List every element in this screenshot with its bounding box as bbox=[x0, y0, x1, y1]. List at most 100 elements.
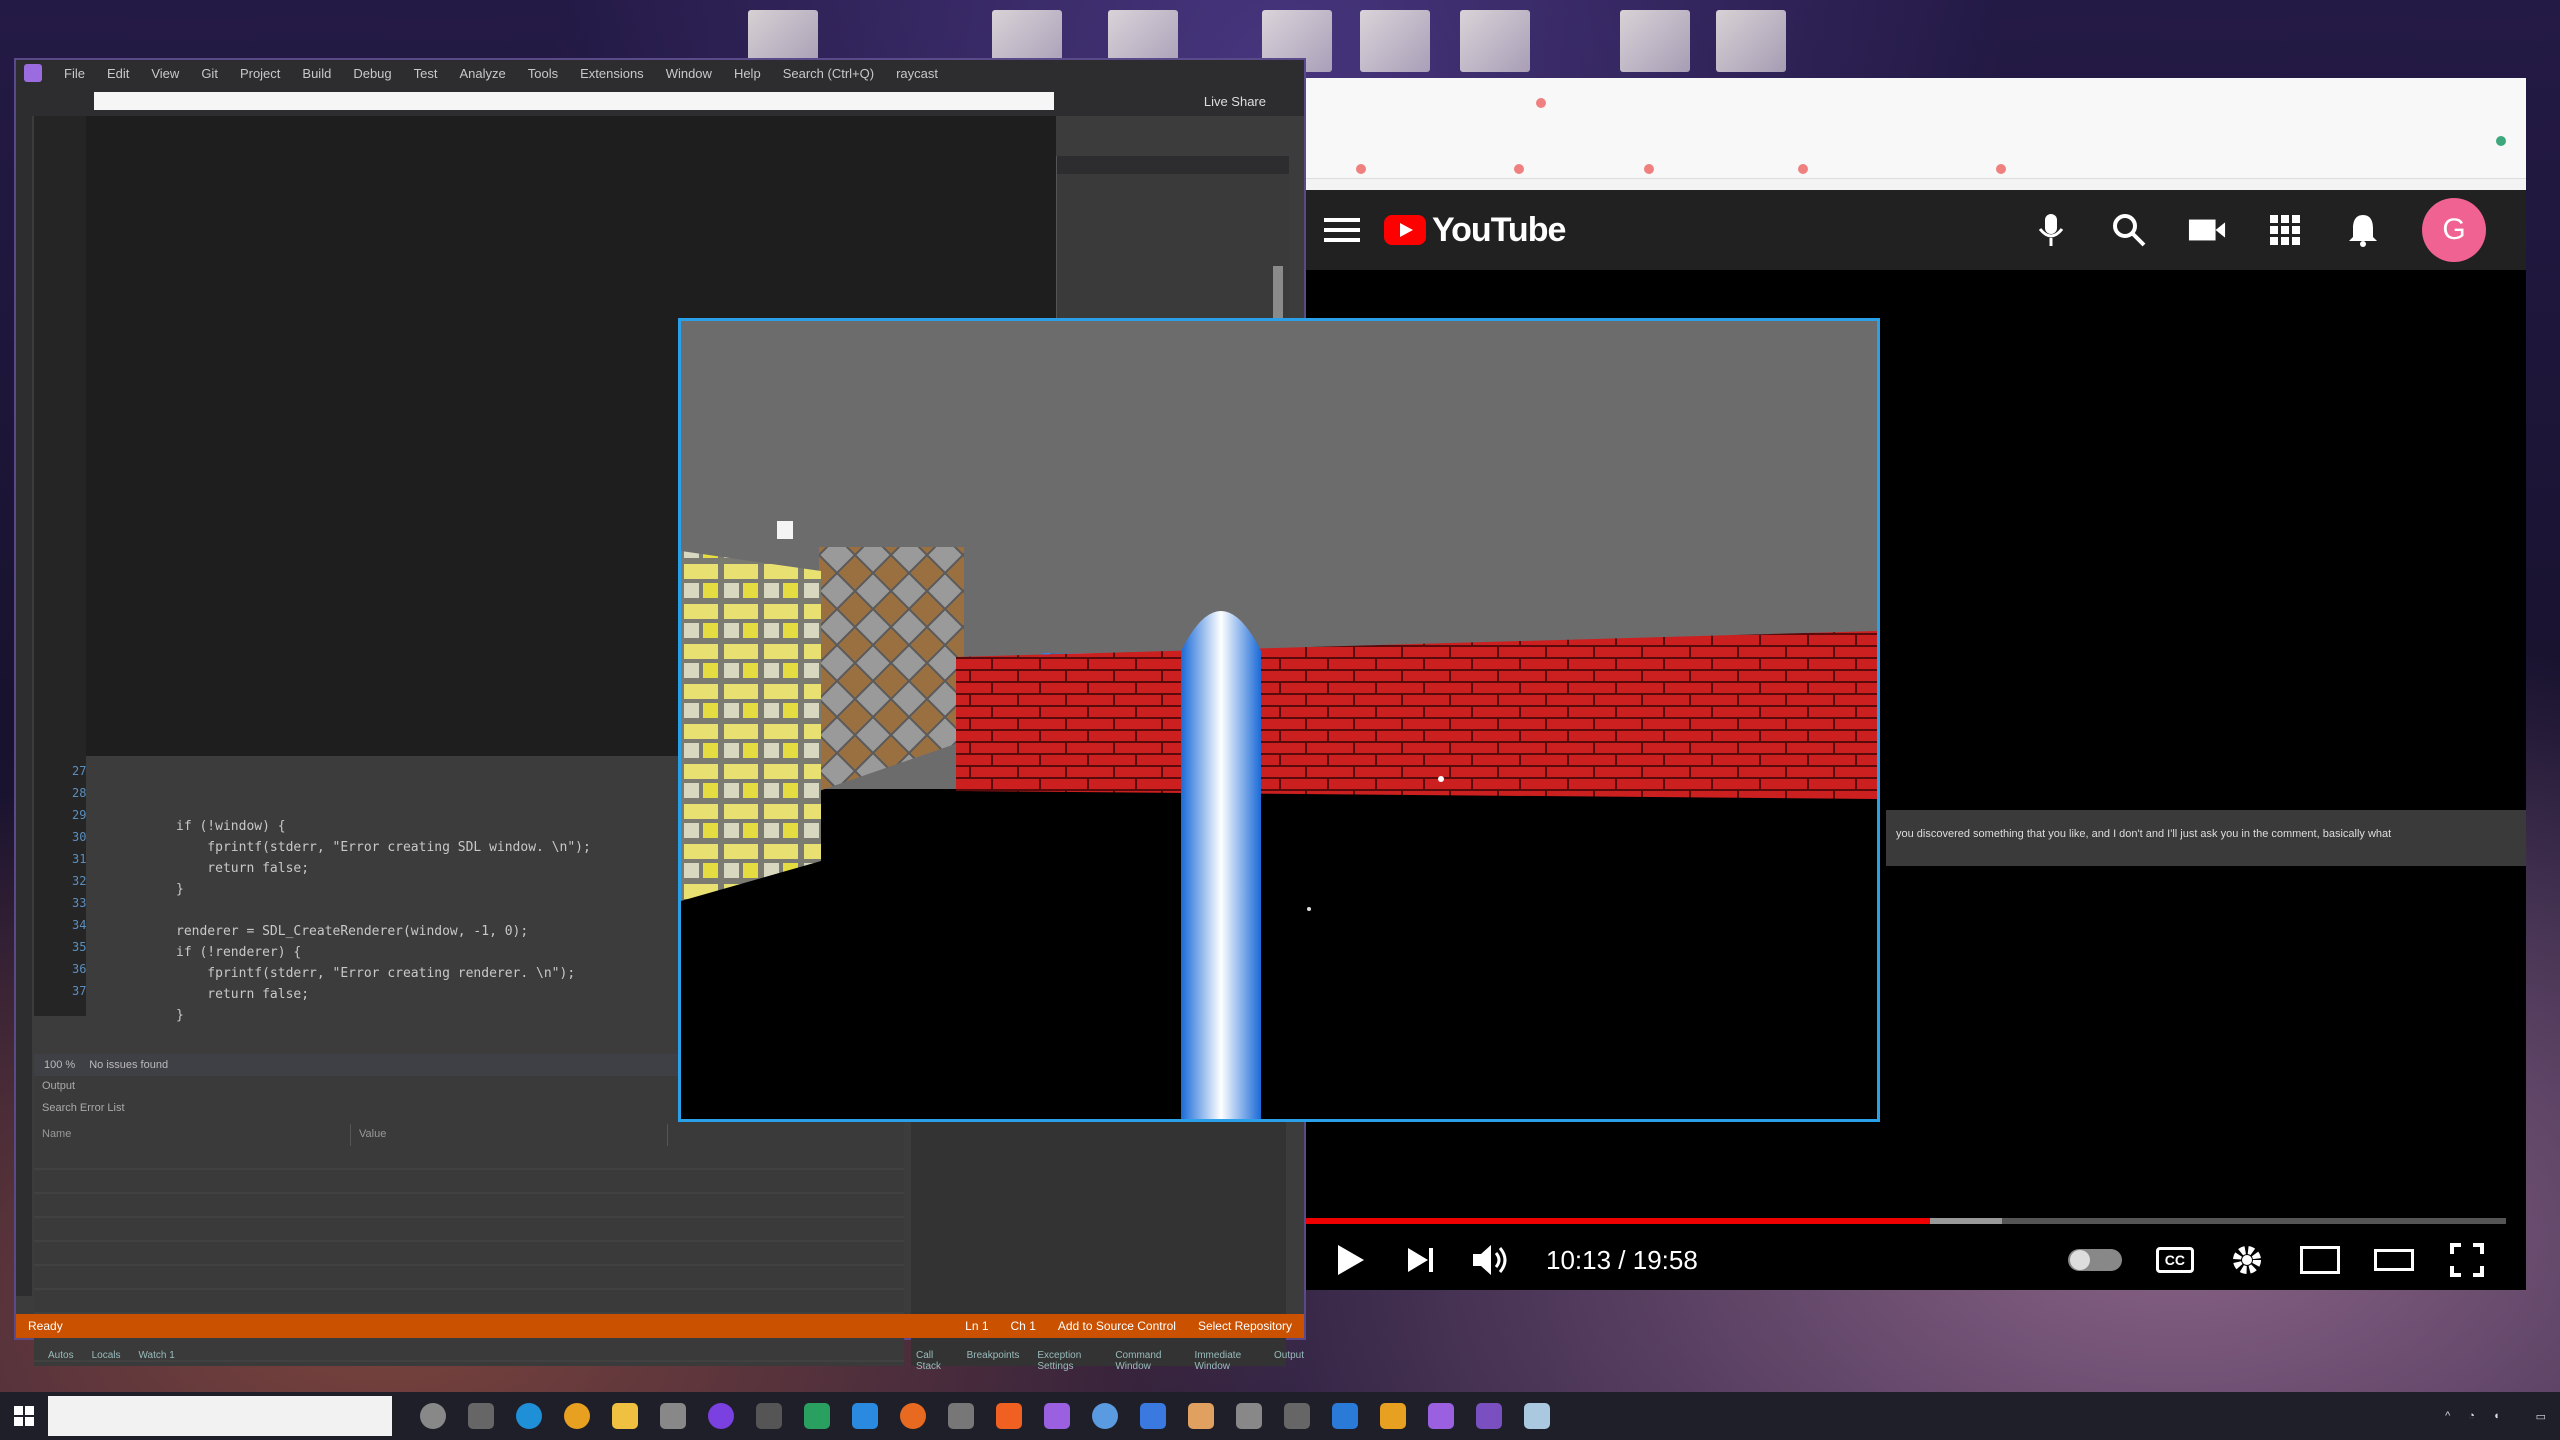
tab-immediate-window[interactable]: Immediate Window bbox=[1194, 1350, 1256, 1372]
visual-studio-icon[interactable] bbox=[1044, 1403, 1070, 1429]
volume-tray-icon[interactable]: ◖ bbox=[2493, 1410, 2500, 1422]
notifications-icon[interactable]: ▭ bbox=[2536, 1410, 2546, 1423]
search-icon[interactable] bbox=[2110, 211, 2148, 249]
desktop-icon[interactable] bbox=[1360, 10, 1430, 72]
zoom-level[interactable]: 100 % bbox=[44, 1059, 75, 1071]
tab-breakpoints[interactable]: Breakpoints bbox=[967, 1350, 1020, 1372]
chrome-icon[interactable] bbox=[564, 1403, 590, 1429]
avatar[interactable]: G bbox=[2422, 198, 2486, 262]
issues-status[interactable]: No issues found bbox=[89, 1059, 168, 1071]
taskbar-search-input[interactable] bbox=[48, 1396, 392, 1436]
theater-mode-icon[interactable] bbox=[2374, 1249, 2414, 1271]
bookmark-icon[interactable] bbox=[1356, 164, 1366, 174]
tab-locals[interactable]: Locals bbox=[92, 1350, 121, 1368]
app-icon[interactable] bbox=[1236, 1403, 1262, 1429]
tab-exception-settings[interactable]: Exception Settings bbox=[1037, 1350, 1097, 1372]
desktop-icon[interactable] bbox=[1716, 10, 1786, 72]
bookmark-icon[interactable] bbox=[1644, 164, 1654, 174]
app-icon[interactable] bbox=[804, 1403, 830, 1429]
menu-help[interactable]: Help bbox=[734, 66, 761, 81]
create-video-icon[interactable] bbox=[2188, 211, 2226, 249]
game-window[interactable] bbox=[678, 318, 1880, 1122]
code-line[interactable]: fprintf(stderr, "Error creating SDL wind… bbox=[176, 837, 696, 858]
miniplayer-icon[interactable] bbox=[2300, 1246, 2340, 1274]
add-source-control-button[interactable]: Add to Source Control bbox=[1058, 1319, 1176, 1333]
app-icon[interactable] bbox=[852, 1403, 878, 1429]
app-icon[interactable] bbox=[1092, 1403, 1118, 1429]
volume-icon[interactable] bbox=[1466, 1243, 1516, 1277]
app-icon[interactable] bbox=[1380, 1403, 1406, 1429]
file-explorer-icon[interactable] bbox=[612, 1403, 638, 1429]
play-icon[interactable] bbox=[1326, 1243, 1376, 1277]
app-icon[interactable] bbox=[900, 1403, 926, 1429]
menu-edit[interactable]: Edit bbox=[107, 66, 129, 81]
code-line[interactable]: fprintf(stderr, "Error creating renderer… bbox=[176, 963, 696, 984]
code-line[interactable]: if (!window) { bbox=[176, 816, 696, 837]
menu-git[interactable]: Git bbox=[201, 66, 218, 81]
edge-icon[interactable] bbox=[516, 1403, 542, 1429]
menu-extensions[interactable]: Extensions bbox=[580, 66, 644, 81]
menu-analyze[interactable]: Analyze bbox=[459, 66, 505, 81]
code-line[interactable]: } bbox=[176, 879, 696, 900]
toolbox-strip[interactable] bbox=[16, 116, 32, 1296]
menu-test[interactable]: Test bbox=[414, 66, 438, 81]
menu-tools[interactable]: Tools bbox=[528, 66, 558, 81]
tab-call-stack[interactable]: Call Stack bbox=[916, 1350, 949, 1372]
tab-favicon[interactable] bbox=[1536, 98, 1546, 108]
live-share-button[interactable]: Live Share bbox=[1204, 94, 1266, 109]
code-line[interactable]: return false; bbox=[176, 858, 696, 879]
code-line[interactable]: if (!renderer) { bbox=[176, 942, 696, 963]
column-header-name[interactable]: Name bbox=[34, 1124, 351, 1146]
tab-autos[interactable]: Autos bbox=[48, 1350, 74, 1368]
network-icon[interactable]: ◔ bbox=[2468, 1410, 2475, 1422]
app-icon[interactable] bbox=[1284, 1403, 1310, 1429]
code-line[interactable] bbox=[176, 900, 696, 921]
bookmark-icon[interactable] bbox=[1996, 164, 2006, 174]
desktop-icon[interactable] bbox=[1460, 10, 1530, 72]
tab-command-window[interactable]: Command Window bbox=[1115, 1350, 1176, 1372]
task-view-icon[interactable] bbox=[468, 1403, 494, 1429]
app-icon[interactable] bbox=[1188, 1403, 1214, 1429]
code-line[interactable]: renderer = SDL_CreateRenderer(window, -1… bbox=[176, 921, 696, 942]
app-icon[interactable] bbox=[948, 1403, 974, 1429]
youtube-logo[interactable]: YouTube bbox=[1384, 211, 1566, 250]
app-icon[interactable] bbox=[1476, 1403, 1502, 1429]
extension-icon[interactable] bbox=[2496, 136, 2506, 146]
cortana-icon[interactable] bbox=[420, 1403, 446, 1429]
autoplay-toggle[interactable] bbox=[2067, 1249, 2122, 1271]
code-line[interactable]: } bbox=[176, 1005, 696, 1026]
app-icon[interactable] bbox=[756, 1403, 782, 1429]
store-icon[interactable] bbox=[660, 1403, 686, 1429]
menu-debug[interactable]: Debug bbox=[353, 66, 391, 81]
menu-project[interactable]: Project bbox=[240, 66, 280, 81]
select-repository-button[interactable]: Select Repository bbox=[1198, 1319, 1292, 1333]
menu-file[interactable]: File bbox=[64, 66, 85, 81]
code-text[interactable]: if (!window) { fprintf(stderr, "Error cr… bbox=[176, 816, 696, 1036]
desktop-icon[interactable] bbox=[1620, 10, 1690, 72]
app-icon[interactable] bbox=[996, 1403, 1022, 1429]
visual-studio-icon[interactable] bbox=[1428, 1403, 1454, 1429]
app-icon[interactable] bbox=[1140, 1403, 1166, 1429]
menu-view[interactable]: View bbox=[151, 66, 179, 81]
code-line[interactable]: return false; bbox=[176, 984, 696, 1005]
apps-grid-icon[interactable] bbox=[2266, 211, 2304, 249]
vscode-icon[interactable] bbox=[1332, 1403, 1358, 1429]
tab-watch[interactable]: Watch 1 bbox=[138, 1350, 174, 1368]
app-icon[interactable] bbox=[708, 1403, 734, 1429]
captions-button[interactable]: CC bbox=[2155, 1247, 2194, 1273]
column-header-value[interactable]: Value bbox=[351, 1124, 668, 1146]
bookmark-icon[interactable] bbox=[1514, 164, 1524, 174]
bookmark-icon[interactable] bbox=[1798, 164, 1808, 174]
progress-bar[interactable] bbox=[1306, 1218, 2506, 1224]
notifications-bell-icon[interactable] bbox=[2344, 211, 2382, 249]
next-icon[interactable] bbox=[1396, 1246, 1446, 1274]
menu-icon[interactable] bbox=[1324, 218, 1360, 242]
settings-gear-icon[interactable] bbox=[2228, 1241, 2266, 1279]
fullscreen-icon[interactable] bbox=[2448, 1241, 2486, 1279]
tab-output[interactable]: Output bbox=[1274, 1350, 1304, 1372]
windows-start-icon[interactable] bbox=[0, 1406, 48, 1426]
microphone-icon[interactable] bbox=[2032, 211, 2070, 249]
search-box[interactable]: Search (Ctrl+Q) bbox=[783, 66, 874, 81]
tray-chevron-icon[interactable]: ^ bbox=[2445, 1410, 2450, 1422]
menu-window[interactable]: Window bbox=[666, 66, 712, 81]
